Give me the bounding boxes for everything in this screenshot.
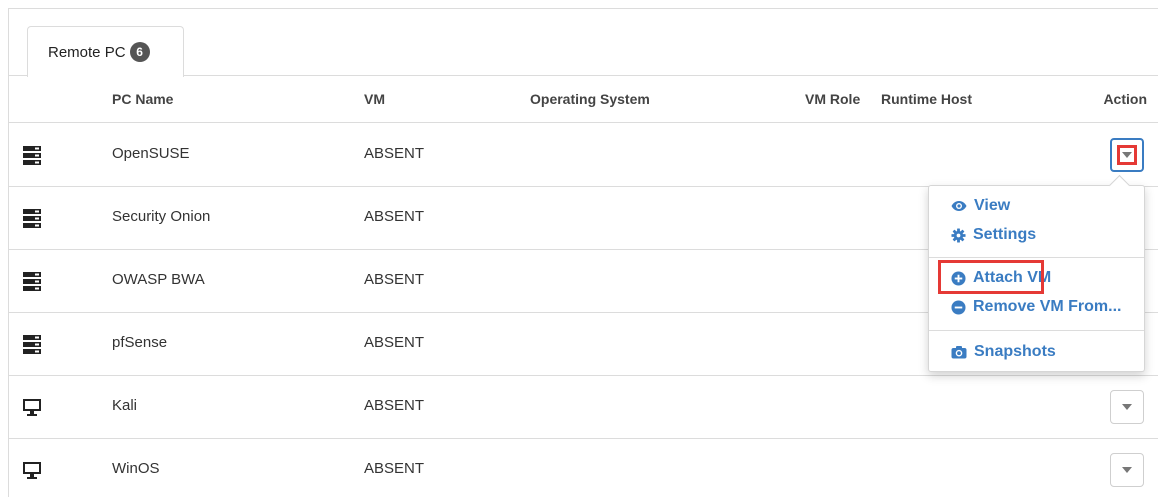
- count-badge: 6: [129, 42, 150, 62]
- menu-item-remove-vm[interactable]: Remove VM From...: [951, 298, 1121, 316]
- vm-status: ABSENT: [364, 271, 425, 288]
- col-runtime-host[interactable]: Runtime Host: [881, 91, 972, 107]
- caret-down-icon: [1122, 404, 1132, 410]
- monitor-icon: [23, 462, 41, 479]
- pc-name: OWASP BWA: [112, 271, 205, 288]
- col-operating-system[interactable]: Operating System: [530, 91, 650, 107]
- col-vm-role[interactable]: VM Role: [805, 91, 860, 107]
- menu-label: Attach VM: [973, 269, 1052, 286]
- vm-status: ABSENT: [364, 145, 425, 162]
- caret-down-icon: [1122, 467, 1132, 473]
- caret-highlight: [1117, 145, 1137, 165]
- col-pc-name[interactable]: PC Name: [112, 91, 173, 107]
- pc-name: pfSense: [112, 334, 168, 351]
- pc-name: OpenSUSE: [112, 145, 190, 162]
- tab-remote-pc[interactable]: Remote PC 6: [27, 26, 184, 77]
- minus-circle-icon: [951, 299, 966, 315]
- menu-item-view[interactable]: View: [951, 197, 1010, 215]
- action-dropdown-button[interactable]: [1110, 138, 1144, 172]
- table-row[interactable]: Kali ABSENT: [8, 376, 1158, 439]
- eye-icon: [951, 201, 967, 211]
- menu-divider: [929, 257, 1144, 258]
- menu-item-snapshots[interactable]: Snapshots: [951, 343, 1056, 361]
- col-action: Action: [1103, 91, 1147, 107]
- server-icon: [23, 146, 41, 165]
- action-dropdown-button[interactable]: [1110, 390, 1144, 424]
- col-vm[interactable]: VM: [364, 91, 385, 107]
- vm-status: ABSENT: [364, 208, 425, 225]
- tab-label: Remote PC: [48, 43, 126, 61]
- menu-divider: [929, 330, 1144, 331]
- menu-label: View: [974, 197, 1011, 214]
- pc-name: Security Onion: [112, 208, 211, 225]
- vm-status: ABSENT: [364, 397, 425, 414]
- gear-icon: [951, 227, 966, 243]
- action-menu: View Settings Attach VM Remove VM From..…: [928, 185, 1145, 372]
- camera-icon: [951, 346, 967, 359]
- action-dropdown-button[interactable]: [1110, 453, 1144, 487]
- server-icon: [23, 335, 41, 354]
- table-row[interactable]: OpenSUSE ABSENT: [8, 124, 1158, 187]
- table-header: PC Name VM Operating System VM Role Runt…: [8, 77, 1158, 123]
- pc-name: Kali: [112, 397, 138, 414]
- vm-status: ABSENT: [364, 460, 425, 477]
- server-icon: [23, 272, 41, 291]
- table-row[interactable]: WinOS ABSENT: [8, 439, 1158, 502]
- menu-label: Settings: [973, 226, 1037, 243]
- server-icon: [23, 209, 41, 228]
- menu-item-settings[interactable]: Settings: [951, 226, 1036, 244]
- plus-circle-icon: [951, 270, 966, 286]
- menu-label: Snapshots: [974, 343, 1056, 360]
- pc-name: WinOS: [112, 460, 160, 477]
- caret-down-icon: [1122, 152, 1132, 158]
- menu-item-attach-vm[interactable]: Attach VM: [951, 269, 1051, 287]
- menu-label: Remove VM From...: [973, 298, 1122, 315]
- vm-status: ABSENT: [364, 334, 425, 351]
- monitor-icon: [23, 399, 41, 416]
- tab-bar: Remote PC 6: [8, 8, 1158, 77]
